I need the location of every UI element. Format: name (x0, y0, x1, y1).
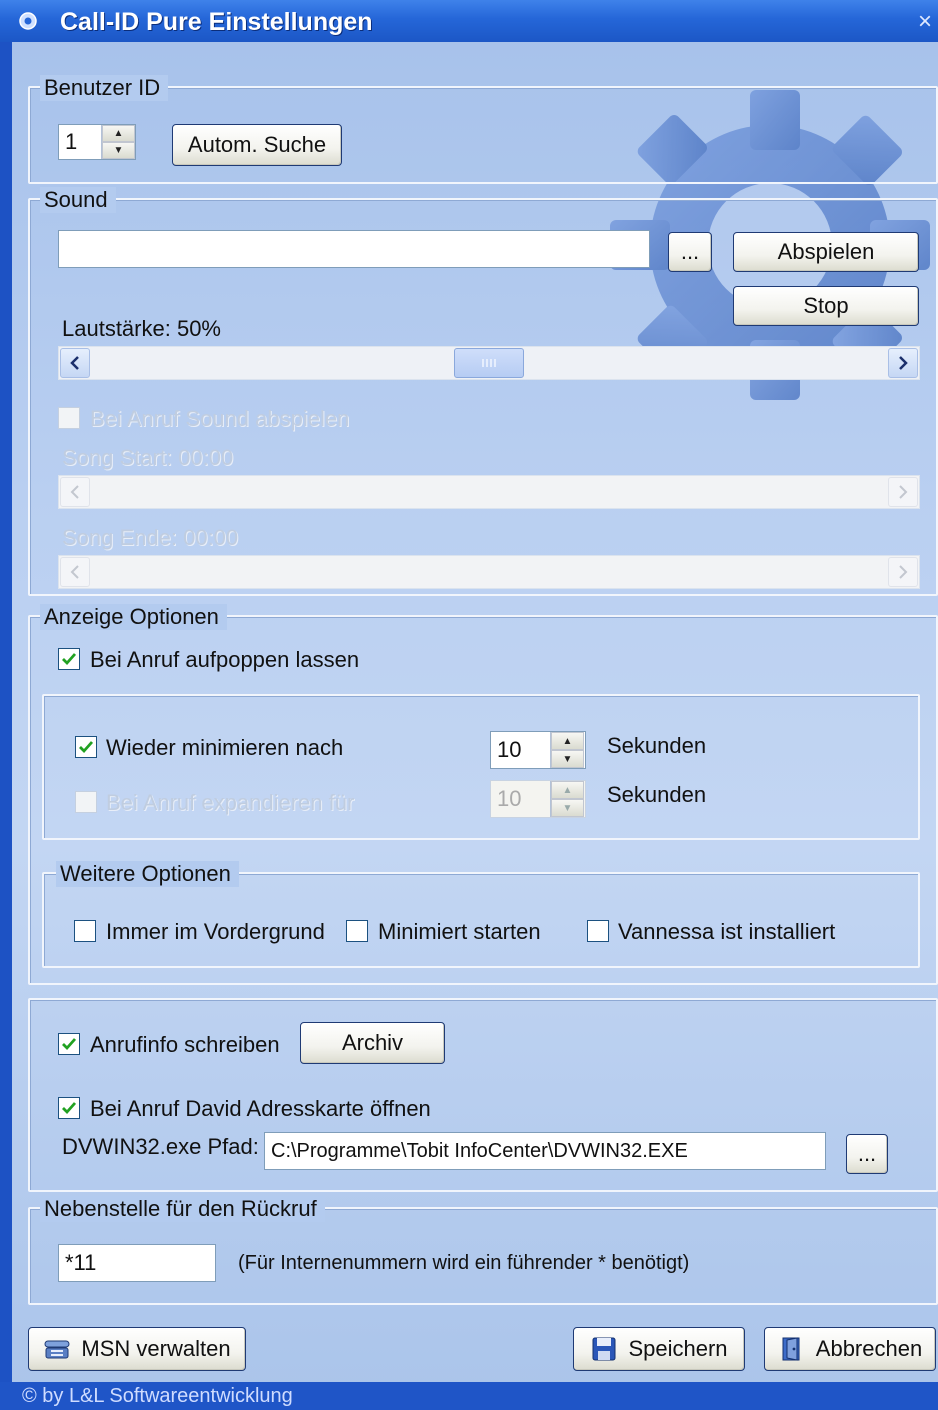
open-david-card-label: Bei Anruf David Adresskarte öffnen (90, 1096, 431, 1121)
title-bar[interactable]: Call-ID Pure Einstellungen × (0, 0, 938, 42)
checkmark-icon (62, 653, 77, 666)
vannessa-checkbox[interactable] (587, 920, 609, 942)
expand-unit-label: Sekunden (607, 782, 707, 807)
write-call-info-checkbox[interactable] (58, 1033, 80, 1055)
always-on-top-checkbox[interactable] (74, 920, 96, 942)
msn-manage-button[interactable]: MSN verwalten (28, 1327, 246, 1371)
scroll-left-icon[interactable] (60, 348, 90, 378)
msn-manage-label: MSN verwalten (81, 1336, 231, 1361)
start-minimized-label: Minimiert starten (378, 919, 541, 944)
checkmark-icon (62, 1102, 77, 1115)
vannessa-label: Vannessa ist installiert (618, 919, 836, 944)
cancel-button[interactable]: Abbrechen (764, 1327, 936, 1371)
expand-label: Bei Anruf expandieren für (106, 790, 355, 815)
sound-file-input[interactable] (58, 230, 650, 268)
scroll-right-icon[interactable] (888, 348, 918, 378)
sound-legend: Sound (40, 187, 116, 213)
play-on-call-checkbox[interactable] (58, 407, 80, 429)
minimize-checkbox[interactable] (75, 736, 97, 758)
scroll-right-icon[interactable] (888, 557, 918, 587)
floppy-disk-icon (592, 1337, 616, 1361)
window-title: Call-ID Pure Einstellungen (60, 8, 373, 36)
extension-input[interactable]: *11 (58, 1244, 216, 1282)
settings-window: Call-ID Pure Einstellungen × Benutzer ID… (0, 0, 938, 1410)
checkmark-icon (79, 741, 94, 754)
volume-label: Lautstärke: 50% (62, 316, 221, 341)
minimize-label: Wieder minimieren nach (106, 735, 344, 760)
spin-down-icon[interactable]: ▼ (551, 750, 584, 768)
scroll-left-icon[interactable] (60, 477, 90, 507)
minimize-subgroup (42, 694, 920, 840)
save-label: Speichern (628, 1336, 728, 1361)
expand-seconds-spinner[interactable]: ▲ ▼ (550, 781, 584, 817)
sound-browse-button[interactable]: ... (668, 232, 712, 272)
dvwin-browse-button[interactable]: ... (846, 1134, 888, 1174)
popup-checkbox[interactable] (58, 648, 80, 670)
stop-button[interactable]: Stop (733, 286, 919, 326)
open-david-card-checkbox[interactable] (58, 1097, 80, 1119)
user-id-spinner[interactable]: ▲ ▼ (101, 125, 135, 159)
minimize-seconds-spinner[interactable]: ▲ ▼ (550, 732, 584, 768)
scroll-right-icon[interactable] (888, 477, 918, 507)
auto-search-button[interactable]: Autom. Suche (172, 124, 342, 166)
always-on-top-label: Immer im Vordergrund (106, 919, 325, 944)
door-exit-icon (782, 1337, 800, 1361)
write-call-info-label: Anrufinfo schreiben (90, 1032, 280, 1057)
extension-hint: (Für Internenummern wird ein führender *… (238, 1252, 690, 1274)
extension-legend: Nebenstelle für den Rückruf (40, 1196, 325, 1222)
checkmark-icon (62, 1038, 77, 1051)
spin-up-icon[interactable]: ▲ (102, 125, 135, 142)
minimize-unit-label: Sekunden (607, 733, 707, 758)
scroll-left-icon[interactable] (60, 557, 90, 587)
cancel-label: Abbrechen (815, 1336, 923, 1361)
spin-down-icon[interactable]: ▼ (551, 799, 584, 817)
save-button[interactable]: Speichern (573, 1327, 745, 1371)
volume-slider-thumb[interactable] (454, 348, 524, 378)
close-icon[interactable]: × (918, 8, 932, 36)
start-minimized-checkbox[interactable] (346, 920, 368, 942)
play-on-call-label: Bei Anruf Sound abspielen (90, 406, 350, 431)
more-options-legend: Weitere Optionen (56, 861, 239, 887)
play-button[interactable]: Abspielen (733, 232, 919, 272)
archive-button[interactable]: Archiv (300, 1022, 445, 1064)
volume-slider[interactable] (58, 346, 920, 380)
expand-checkbox[interactable] (75, 791, 97, 813)
benutzer-id-legend: Benutzer ID (40, 75, 169, 101)
spin-up-icon[interactable]: ▲ (551, 781, 584, 799)
popup-label: Bei Anruf aufpoppen lassen (90, 647, 360, 672)
phone-icon (44, 1340, 70, 1359)
status-bar: © by L&L Softwareentwicklung (0, 1382, 938, 1410)
song-start-slider[interactable] (58, 475, 920, 509)
spin-up-icon[interactable]: ▲ (551, 732, 584, 750)
dvwin-path-input[interactable]: C:\Programme\Tobit InfoCenter\DVWIN32.EX… (264, 1132, 826, 1170)
dvwin-path-label: DVWIN32.exe Pfad: (62, 1134, 259, 1159)
gear-icon (19, 12, 37, 30)
song-start-label: Song Start: 00:00 (62, 445, 234, 470)
song-end-label: Song Ende: 00:00 (62, 525, 239, 550)
song-end-slider[interactable] (58, 555, 920, 589)
display-options-legend: Anzeige Optionen (40, 604, 227, 630)
spin-down-icon[interactable]: ▼ (102, 142, 135, 159)
